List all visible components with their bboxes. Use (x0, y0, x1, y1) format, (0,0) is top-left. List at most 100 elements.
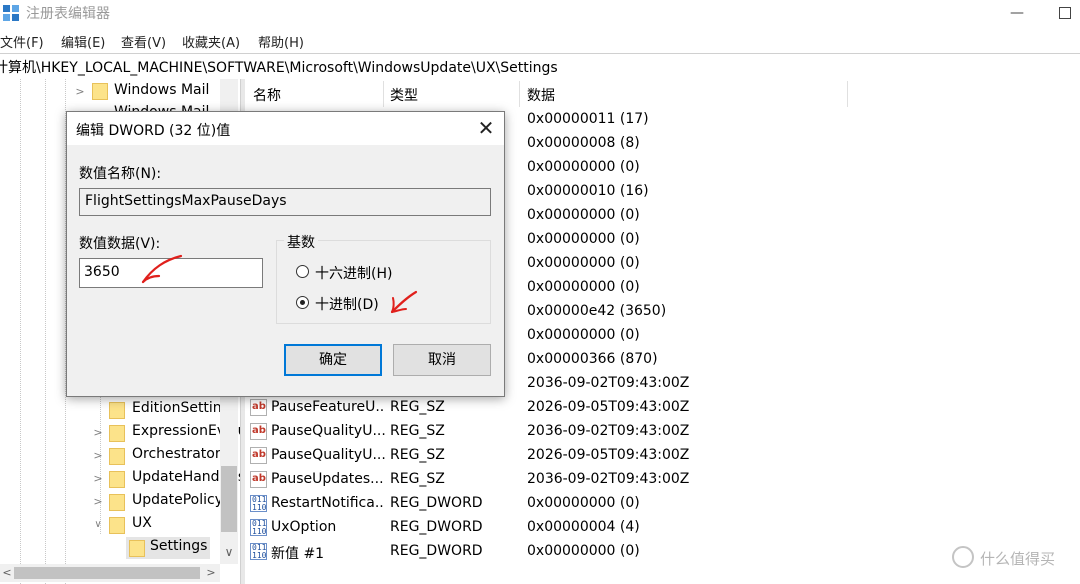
row-data: 0x00000004 (4) (527, 519, 640, 535)
chevron-right-icon[interactable]: > (92, 468, 104, 490)
row-name: PauseQualityU... (271, 423, 385, 439)
table-row[interactable]: ab PauseQualityU... REG_SZ 2036-09-02T09:43… (245, 420, 1080, 444)
scroll-left-icon[interactable]: < (0, 564, 14, 582)
dialog-title-bar: 编辑 DWORD (32 位)值 ✕ (67, 112, 504, 145)
menu-bar: 文件(F) 编辑(E) 查看(V) 收藏夹(A) 帮助(H) (0, 30, 1080, 52)
tree-item-label: Orchestrator (132, 446, 221, 462)
folder-icon (92, 83, 108, 100)
row-data: 0x00000e42 (3650) (527, 303, 667, 319)
row-type: REG_DWORD (390, 519, 483, 535)
menu-favorites[interactable]: 收藏夹(A) (182, 32, 240, 51)
radio-unchecked-icon[interactable] (296, 265, 309, 278)
row-data: 2026-09-05T09:43:00Z (527, 399, 690, 415)
tree-item[interactable]: > Orchestrator (92, 445, 222, 467)
row-name: RestartNotifica... (271, 495, 385, 511)
column-header-name[interactable]: 名称 (253, 85, 281, 105)
ok-button[interactable]: 确定 (284, 344, 382, 376)
column-separator[interactable] (519, 81, 520, 107)
watermark-text: 什么值得买 (980, 550, 1056, 568)
tree-item[interactable]: > ExpressionEvaluators (92, 422, 240, 444)
tree-hscrollbar-thumb[interactable] (14, 567, 200, 579)
row-data: 0x00000010 (16) (527, 183, 649, 199)
registry-editor-icon (3, 5, 19, 21)
tree-item-label: Settings (150, 538, 208, 554)
column-header-data[interactable]: 数据 (527, 85, 555, 105)
value-name-field[interactable]: FlightSettingsMaxPauseDays (79, 188, 491, 216)
chevron-right-icon[interactable]: > (92, 445, 104, 467)
watermark-logo (952, 546, 974, 568)
value-name-label: 数值名称(N): (79, 166, 162, 182)
tree-guide-line (45, 79, 46, 584)
tree-item-selected[interactable]: Settings (110, 537, 210, 559)
table-row[interactable]: 011 110 UxOption REG_DWORD 0x00000004 (4) (245, 516, 1080, 540)
tree-item-label: UX (132, 515, 152, 531)
chevron-right-icon[interactable]: > (92, 491, 104, 513)
row-data: 2036-09-02T09:43:00Z (527, 375, 690, 391)
minimize-button[interactable]: — (1000, 2, 1034, 26)
tree-item[interactable]: > UpdatePolicy (92, 491, 223, 513)
address-bar[interactable]: 计算机\HKEY_LOCAL_MACHINE\SOFTWARE\Microsof… (0, 53, 1080, 80)
row-data: 0x00000008 (8) (527, 135, 640, 151)
binary-value-icon: 011110 (250, 495, 267, 512)
folder-icon (129, 540, 145, 557)
table-row[interactable]: ab PauseQualityU... REG_SZ 2026-09-05T09:43… (245, 444, 1080, 468)
binary-value-icon: 011110 (250, 543, 267, 560)
menu-help[interactable]: 帮助(H) (258, 32, 304, 51)
row-data: 0x00000366 (870) (527, 351, 658, 367)
folder-icon (109, 448, 125, 465)
row-name: UxOption (271, 519, 337, 535)
row-data: 0x00000000 (0) (527, 207, 640, 223)
menu-edit[interactable]: 编辑(E) (61, 32, 105, 51)
chevron-right-icon[interactable]: > (92, 422, 104, 444)
string-value-icon: ab (250, 423, 267, 440)
chevron-right-icon[interactable]: > (74, 81, 86, 103)
tree-item[interactable]: EditionSettings (92, 399, 238, 421)
column-separator[interactable] (383, 81, 384, 107)
column-separator[interactable] (847, 81, 848, 107)
dialog-title: 编辑 DWORD (32 位)值 (76, 123, 231, 139)
folder-icon (109, 402, 125, 419)
folder-open-icon (109, 517, 125, 534)
row-name: 新值 #1 (271, 546, 325, 562)
folder-icon (109, 494, 125, 511)
row-data: 0x00000000 (0) (527, 543, 640, 559)
scroll-down-icon[interactable]: ∨ (220, 542, 238, 562)
row-data: 0x00000000 (0) (527, 279, 640, 295)
row-data: 2036-09-02T09:43:00Z (527, 471, 690, 487)
menu-view[interactable]: 查看(V) (121, 32, 166, 51)
red-arrow-annotation-icon (141, 254, 183, 284)
table-row[interactable]: ab PauseUpdates... REG_SZ 2036-09-02T09:43:… (245, 468, 1080, 492)
tree-guide-line (20, 79, 21, 584)
row-data: 0x00000000 (0) (527, 495, 640, 511)
tree-item[interactable]: > Windows Mail (74, 81, 224, 103)
tree-item-label: Windows Mail (114, 82, 210, 98)
address-path[interactable]: 计算机\HKEY_LOCAL_MACHINE\SOFTWARE\Microsof… (0, 57, 558, 77)
row-name: PauseFeatureU... (271, 399, 385, 415)
close-icon[interactable]: ✕ (470, 116, 502, 142)
table-row[interactable]: 011 110 RestartNotifica... REG_DWORD 0x00000… (245, 492, 1080, 516)
tree-scrollbar-thumb[interactable] (221, 466, 237, 532)
cancel-button[interactable]: 取消 (393, 344, 491, 376)
hexadecimal-radio[interactable]: 十六进制(H) (296, 263, 416, 282)
radio-checked-icon[interactable] (296, 296, 309, 309)
menu-file[interactable]: 文件(F) (0, 32, 44, 51)
row-data: 2036-09-02T09:43:00Z (527, 423, 690, 439)
row-type: REG_SZ (390, 447, 445, 463)
scroll-right-icon[interactable]: > (202, 564, 220, 582)
row-data: 0x00000011 (17) (527, 111, 649, 127)
maximize-button[interactable] (1050, 2, 1080, 26)
tree-item-label: UpdatePolicy (132, 492, 223, 508)
row-data: 0x00000000 (0) (527, 327, 640, 343)
table-row[interactable]: ab PauseFeatureU... REG_SZ 2026-09-05T09:43… (245, 396, 1080, 420)
row-name: PauseUpdates... (271, 471, 384, 487)
string-value-icon: ab (250, 471, 267, 488)
tree-item[interactable]: ∨ UX (92, 514, 222, 536)
row-data: 0x00000000 (0) (527, 231, 640, 247)
tree-item[interactable]: > UpdateHandlers (92, 468, 240, 490)
base-group-label: 基数 (284, 232, 318, 252)
chevron-down-icon[interactable]: ∨ (92, 514, 104, 536)
row-name: PauseQualityU... (271, 447, 385, 463)
row-data: 2026-09-05T09:43:00Z (527, 447, 690, 463)
row-type: REG_SZ (390, 399, 445, 415)
column-header-type[interactable]: 类型 (390, 85, 418, 105)
